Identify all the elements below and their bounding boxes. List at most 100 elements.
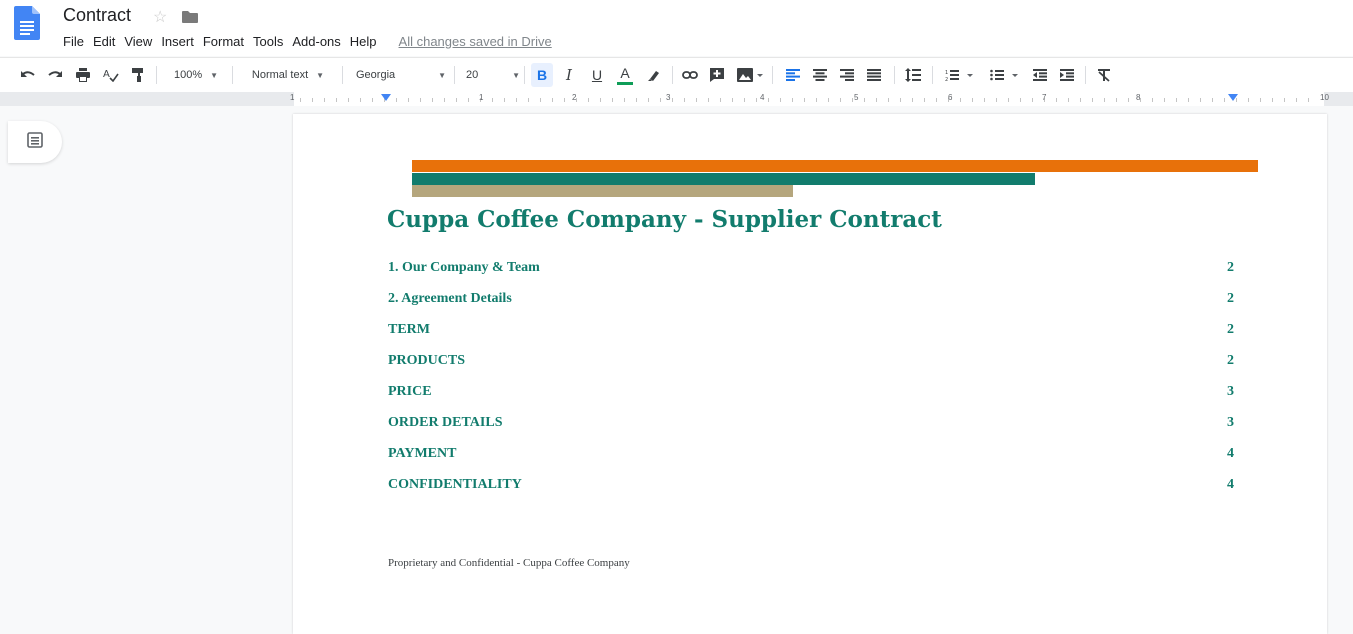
ruler-tick (996, 98, 997, 102)
justify-icon[interactable] (864, 58, 884, 92)
font-select[interactable]: Georgia ▼ (352, 58, 446, 92)
bold-button[interactable]: B (531, 63, 553, 87)
toc-entry[interactable]: PAYMENT 4 (388, 446, 1234, 477)
menu-insert[interactable]: Insert (161, 34, 194, 49)
increase-indent-icon[interactable] (1057, 58, 1077, 92)
underline-button[interactable]: U (587, 58, 607, 92)
ruler-tick (1296, 98, 1297, 102)
italic-button[interactable]: I (559, 58, 579, 92)
numbered-list-icon[interactable]: 12 (940, 58, 980, 92)
outline-icon (27, 131, 43, 153)
toc-entry-page[interactable]: 2 (1227, 322, 1234, 338)
menu-addons[interactable]: Add-ons (292, 34, 340, 49)
ruler-tick (1164, 98, 1165, 102)
paint-format-icon[interactable] (128, 58, 148, 92)
menu-tools[interactable]: Tools (253, 34, 283, 49)
ruler-tick (564, 98, 565, 102)
ruler-tick (1248, 98, 1249, 102)
toc-entry-page[interactable]: 4 (1227, 446, 1234, 462)
font-size-select[interactable]: 20 ▼ (462, 58, 520, 92)
ruler-tick (756, 98, 757, 102)
chevron-down-icon: ▼ (438, 70, 446, 80)
ruler[interactable]: 1 1 2 3 4 5 6 7 8 10 (0, 92, 1353, 106)
menu-view[interactable]: View (124, 34, 152, 49)
insert-image-icon[interactable] (734, 58, 766, 92)
spellcheck-icon[interactable]: A (101, 58, 121, 92)
toc-entry[interactable]: PRODUCTS 2 (388, 353, 1234, 384)
toc-entry-page[interactable]: 2 (1227, 291, 1234, 307)
left-indent-marker[interactable] (381, 94, 391, 101)
toc-entry-label[interactable]: PAYMENT (388, 446, 456, 462)
highlight-icon[interactable] (644, 58, 664, 92)
ruler-tick (912, 98, 913, 102)
ruler-tick (1284, 98, 1285, 102)
ruler-tick (1260, 98, 1261, 102)
menu-edit[interactable]: Edit (93, 34, 115, 49)
star-icon[interactable]: ☆ (153, 7, 167, 27)
ruler-tick (300, 98, 301, 102)
line-spacing-icon[interactable] (902, 58, 924, 92)
ruler-tick (828, 98, 829, 102)
toc-entry[interactable]: 1. Our Company & Team 2 (388, 260, 1234, 291)
toc-entry[interactable]: TERM 2 (388, 322, 1234, 353)
undo-icon[interactable] (18, 58, 38, 92)
document-heading[interactable]: Cuppa Coffee Company - Supplier Contract (387, 206, 942, 233)
zoom-value: 100% (173, 69, 203, 81)
toc-entry-page[interactable]: 2 (1227, 353, 1234, 369)
align-left-icon[interactable] (783, 58, 803, 92)
toc-entry-page[interactable]: 4 (1227, 477, 1234, 493)
ruler-tick (588, 98, 589, 102)
toc-entry-page[interactable]: 2 (1227, 260, 1234, 276)
toc-entry-label[interactable]: TERM (388, 322, 430, 338)
page-footer[interactable]: Proprietary and Confidential - Cuppa Cof… (388, 557, 630, 569)
link-icon[interactable] (680, 58, 700, 92)
style-select[interactable]: Normal text ▼ (242, 58, 334, 92)
bulleted-list-icon[interactable] (985, 58, 1025, 92)
print-icon[interactable] (73, 58, 93, 92)
ruler-tick (396, 98, 397, 102)
document-page[interactable]: Cuppa Coffee Company - Supplier Contract… (293, 114, 1327, 634)
font-value: Georgia (356, 69, 396, 81)
toc-entry[interactable]: PRICE 3 (388, 384, 1234, 415)
ruler-number: 1 (290, 93, 295, 102)
align-center-icon[interactable] (810, 58, 830, 92)
ruler-tick (1176, 98, 1177, 102)
toc-entry-label[interactable]: 1. Our Company & Team (388, 260, 540, 276)
menu-help[interactable]: Help (350, 34, 377, 49)
bold-label: B (536, 67, 548, 83)
decrease-indent-icon[interactable] (1030, 58, 1050, 92)
text-color-button[interactable]: A (614, 58, 636, 92)
toc-entry-label[interactable]: 2. Agreement Details (388, 291, 512, 307)
svg-text:1: 1 (945, 70, 948, 76)
folder-icon[interactable] (182, 10, 198, 23)
toc-entry-label[interactable]: CONFIDENTIALITY (388, 477, 522, 493)
toc-entry-label[interactable]: ORDER DETAILS (388, 415, 503, 431)
menu-format[interactable]: Format (203, 34, 244, 49)
style-value: Normal text (251, 69, 309, 81)
zoom-select[interactable]: 100% ▼ (168, 58, 224, 92)
document-outline-button[interactable] (8, 121, 62, 163)
save-status-link[interactable]: All changes saved in Drive (399, 34, 552, 49)
toc-entry[interactable]: 2. Agreement Details 2 (388, 291, 1234, 322)
menu-bar: File Edit View Insert Format Tools Add-o… (63, 33, 552, 49)
toc-entry-page[interactable]: 3 (1227, 415, 1234, 431)
toc-entry[interactable]: ORDER DETAILS 3 (388, 415, 1234, 446)
google-docs-icon[interactable] (14, 6, 40, 40)
ruler-tick (648, 98, 649, 102)
toc-entry-page[interactable]: 3 (1227, 384, 1234, 400)
align-right-icon[interactable] (837, 58, 857, 92)
clear-formatting-icon[interactable] (1093, 58, 1115, 92)
right-indent-marker[interactable] (1228, 94, 1238, 101)
menu-file[interactable]: File (63, 34, 84, 49)
toc-entry-label[interactable]: PRICE (388, 384, 432, 400)
document-title[interactable]: Contract (63, 5, 131, 26)
insert-comment-icon[interactable] (707, 58, 727, 92)
ruler-tick (696, 98, 697, 102)
ruler-number: 7 (1042, 93, 1047, 102)
redo-icon[interactable] (45, 58, 65, 92)
toc-entry[interactable]: CONFIDENTIALITY 4 (388, 477, 1234, 508)
decorative-bar-teal (412, 173, 1035, 185)
toc-entry-label[interactable]: PRODUCTS (388, 353, 465, 369)
ruler-number: 3 (666, 93, 671, 102)
ruler-tick (804, 98, 805, 102)
